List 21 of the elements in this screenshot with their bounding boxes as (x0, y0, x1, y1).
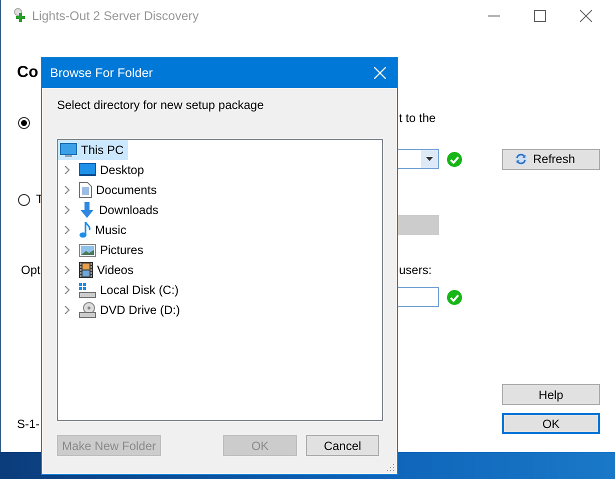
field-label: users: (398, 263, 433, 277)
help-button[interactable]: Help (502, 384, 600, 405)
tree-item[interactable]: Music (77, 220, 130, 240)
refresh-button[interactable]: Refresh (502, 148, 600, 170)
dialog-button[interactable]: Cancel (306, 435, 379, 456)
tree-item[interactable]: Downloads (77, 200, 162, 220)
tree-item[interactable]: Desktop (77, 160, 148, 180)
heading: Co (17, 63, 38, 83)
tree-item[interactable]: This PC (58, 140, 128, 160)
tree-item[interactable]: Documents (77, 180, 161, 200)
field-label: Opt (20, 263, 40, 277)
tree-item[interactable]: Pictures (77, 240, 148, 260)
dialog-title: Browse For Folder (50, 66, 153, 80)
tree-item[interactable]: DVD Drive (D:) (77, 300, 184, 320)
ok-button[interactable]: OK (502, 413, 600, 434)
prompt-text: Select directory for new setup package (57, 98, 265, 113)
tree-item[interactable]: Local Disk (C:) (77, 280, 183, 300)
status-text: S-1- (16, 416, 40, 430)
window-title: Lights-Out 2 Server Discovery (32, 8, 199, 22)
tree-item[interactable]: Videos (77, 260, 138, 280)
option-label: t to the (398, 111, 437, 125)
